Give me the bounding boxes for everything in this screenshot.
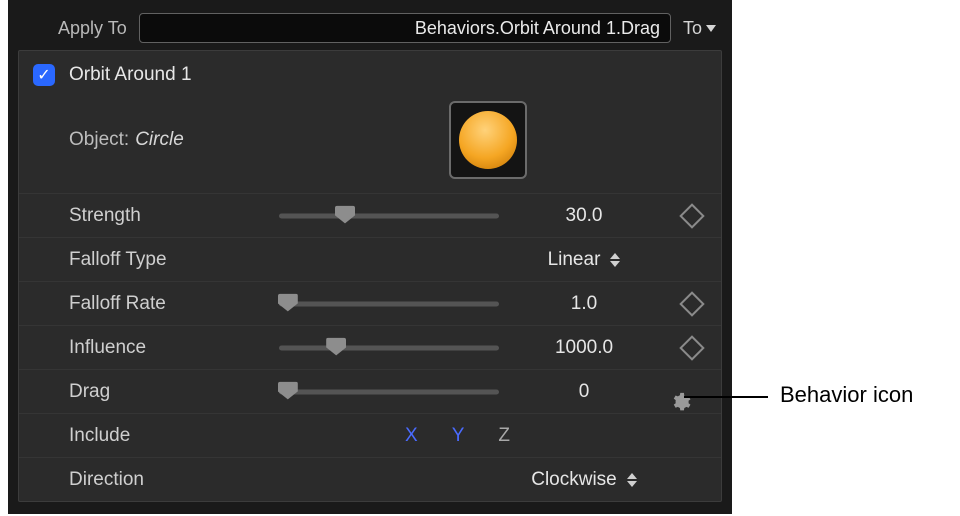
param-row-influence: Influence 1000.0: [19, 325, 721, 369]
object-well[interactable]: [449, 101, 527, 179]
keyframe-diamond-icon[interactable]: [679, 291, 704, 316]
circle-object-icon: [459, 111, 517, 169]
param-value-field[interactable]: 30.0: [499, 205, 669, 227]
behavior-group: ✓ Orbit Around 1 Object: Circle Strength…: [18, 50, 722, 502]
callout-leader: [684, 396, 768, 398]
slider-track: [279, 213, 499, 218]
param-slider[interactable]: [279, 206, 499, 226]
param-row-direction: Direction Clockwise: [19, 457, 721, 501]
param-slider[interactable]: [279, 382, 499, 402]
object-label: Object:: [69, 129, 129, 151]
gear-icon[interactable]: [669, 391, 729, 413]
slider-thumb-icon[interactable]: [326, 337, 346, 355]
param-slider[interactable]: [279, 338, 499, 358]
param-label: Falloff Rate: [69, 293, 279, 315]
axis-x-toggle[interactable]: X: [405, 425, 418, 447]
param-value-field[interactable]: 0: [499, 381, 669, 403]
param-label: Include: [69, 425, 279, 447]
param-row-falloff-rate: Falloff Rate 1.0: [19, 281, 721, 325]
param-value-field[interactable]: 1000.0: [499, 337, 669, 359]
param-value: Clockwise: [531, 469, 617, 491]
slider-track: [279, 301, 499, 306]
param-value: Linear: [548, 249, 601, 271]
param-label: Strength: [69, 205, 279, 227]
apply-to-dropdown[interactable]: To: [683, 18, 716, 39]
slider-thumb-icon[interactable]: [335, 205, 355, 223]
parameter-list: Strength 30.0 Falloff Type Linear Falloff Ra…: [19, 193, 721, 501]
inspector-panel: Apply To Behaviors.Orbit Around 1.Drag T…: [8, 0, 732, 514]
callout-label: Behavior icon: [780, 382, 913, 408]
slider-track: [279, 345, 499, 350]
apply-to-dropdown-label: To: [683, 18, 702, 39]
keyframe-diamond-icon[interactable]: [679, 335, 704, 360]
param-label: Drag: [69, 381, 279, 403]
slider-track: [279, 389, 499, 394]
chevron-down-icon: [706, 25, 716, 32]
behavior-header: ✓ Orbit Around 1: [19, 51, 721, 95]
param-select[interactable]: Linear: [499, 249, 669, 271]
apply-to-path-field[interactable]: Behaviors.Orbit Around 1.Drag: [139, 13, 671, 43]
param-row-falloff-type: Falloff Type Linear: [19, 237, 721, 281]
param-slider[interactable]: [279, 294, 499, 314]
enable-checkbox[interactable]: ✓: [33, 64, 55, 86]
stepper-icon: [627, 473, 637, 487]
param-row-strength: Strength 30.0: [19, 193, 721, 237]
behavior-title: Orbit Around 1: [69, 64, 192, 86]
apply-to-label: Apply To: [58, 18, 127, 39]
keyframe-diamond-icon[interactable]: [679, 203, 704, 228]
param-select[interactable]: Clockwise: [499, 469, 669, 491]
param-value-field[interactable]: 1.0: [499, 293, 669, 315]
stepper-icon: [610, 253, 620, 267]
include-axes: XYZ: [279, 425, 499, 447]
slider-thumb-icon[interactable]: [278, 381, 298, 399]
object-row: Object: Circle: [19, 95, 721, 193]
param-row-include: Include X Y Z: [19, 413, 721, 457]
param-label: Direction: [69, 469, 279, 491]
param-row-drag: Drag 0: [19, 369, 721, 413]
axis-y-toggle[interactable]: Y: [452, 425, 465, 447]
check-icon: ✓: [37, 65, 50, 85]
param-label: Falloff Type: [69, 249, 279, 271]
axis-z-toggle[interactable]: Z: [498, 425, 510, 447]
slider-thumb-icon[interactable]: [278, 293, 298, 311]
param-label: Influence: [69, 337, 279, 359]
apply-to-row: Apply To Behaviors.Orbit Around 1.Drag T…: [18, 6, 722, 50]
object-value: Circle: [135, 129, 184, 151]
